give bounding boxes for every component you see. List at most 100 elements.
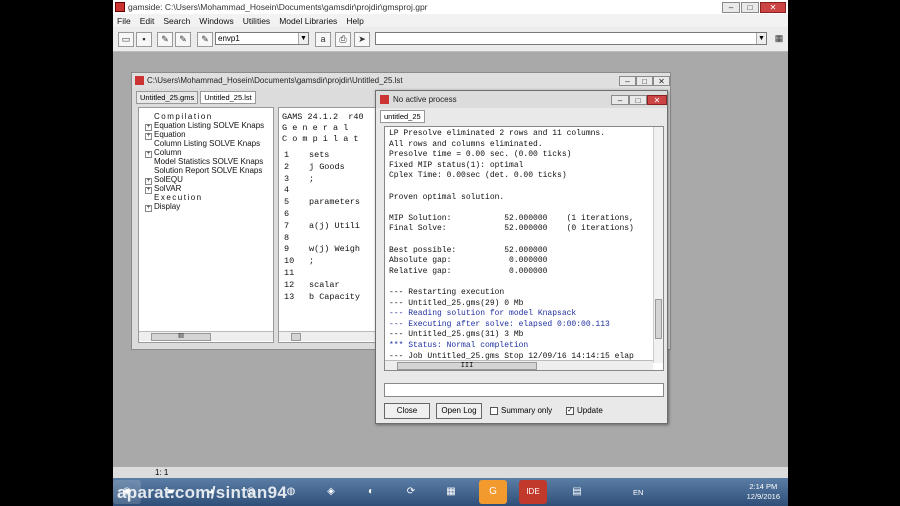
scroll-thumb[interactable]: III [151,333,211,341]
clock-date: 12/9/2016 [746,492,780,501]
media-icon[interactable]: ◈ [317,480,345,504]
tree-item-display[interactable]: + Display [145,202,180,212]
checkbox-unchecked-icon[interactable] [490,406,498,415]
scroll-thumb[interactable] [655,299,662,339]
tree-item-model-statistics[interactable]: Model Statistics SOLVE Knaps [154,157,263,166]
log-line: --- Untitled_25.gms(29) 0 Mb [389,298,524,308]
code-hscrollbar[interactable] [279,331,375,341]
tree-item-compilation[interactable]: Compilation [154,112,213,121]
ide-taskbar-icon[interactable]: IDE [519,480,547,504]
line-number: 4 [284,185,290,196]
code-line-text: a(j) Utili [309,220,361,231]
summary-only-checkbox[interactable]: Summary only [490,406,552,415]
close-button[interactable]: ✕ [760,1,786,13]
scroll-thumb[interactable] [291,333,301,341]
line-number: 5 [284,197,290,208]
run-icon[interactable]: ✎ [157,32,173,47]
menu-bar: File Edit Search Windows Utilities Model… [113,14,788,27]
listing-minimize-button[interactable]: – [619,75,636,86]
line-number: 9 [284,244,290,255]
right-letterbox [788,0,900,506]
close-dialog-button[interactable]: Close [384,403,430,419]
expand-icon[interactable]: + [145,151,152,158]
maximize-button[interactable]: □ [741,1,759,13]
dialog-title-bar: No active process – □ ✕ [376,91,667,108]
navigate-icon[interactable]: ➤ [354,32,370,47]
open-folder-icon[interactable]: ▭ [118,32,134,47]
listing-maximize-button[interactable]: □ [636,75,653,86]
menu-search[interactable]: Search [163,16,190,26]
checkbox-checked-icon[interactable]: ✓ [566,406,574,415]
tree-item-solution-report[interactable]: Solution Report SOLVE Knaps [154,166,262,175]
dialog-minimize-button[interactable]: – [611,94,629,105]
line-number: 1 [284,150,290,160]
dialog-close-button[interactable]: ✕ [647,94,667,105]
line-number: 11 [284,268,295,278]
code-line-text: ; [309,256,315,267]
menu-model-libraries[interactable]: Model Libraries [279,16,337,26]
log-line: Proven optimal solution. [389,192,505,202]
browser-icon[interactable]: ◐ [357,480,385,504]
model-combo[interactable]: envp1 ▼ [215,32,309,45]
gams-app-icon [115,2,125,12]
menu-windows[interactable]: Windows [199,16,233,26]
minimize-button[interactable]: – [722,1,740,13]
menu-utilities[interactable]: Utilities [243,16,270,26]
line-number: 12 [284,279,295,290]
tab-untitled-25[interactable]: untitled_25 [380,110,425,123]
tree-item-execution[interactable]: Execution [154,193,203,202]
system-clock[interactable]: 2:14 PM 12/9/2016 [747,482,780,502]
listing-close-button[interactable]: ✕ [653,75,670,86]
log-line: MIP Solution: 52.000000 (1 iterations, [389,213,634,223]
menu-help[interactable]: Help [346,16,363,26]
process-dialog: No active process – □ ✕ untitled_25 LP P… [375,90,668,424]
dialog-maximize-button[interactable]: □ [629,94,647,105]
code-line-text: scalar [309,279,340,290]
toolbar: ▭ ▪ ✎ ✎ ✎ envp1 ▼ a ⎙ ➤ ▼ ▦ [113,27,788,52]
log-hscrollbar[interactable]: III [385,360,653,370]
chevron-down-icon: ▼ [298,33,308,44]
listing-content: GAMS 24.1.2 r40 G e n e r a l C o m p i … [278,107,376,343]
log-line: --- Untitled_25.gms(31) 3 Mb [389,330,524,340]
log-line: Cplex Time: 0.00sec (det. 0.00 ticks) [389,171,567,181]
search-combo[interactable]: ▼ [375,32,767,45]
language-indicator[interactable]: EN [633,488,643,497]
expand-icon[interactable]: + [145,133,152,140]
line-number: 8 [284,232,290,243]
tab-lst[interactable]: Untitled_25.lst [200,91,256,104]
gams-taskbar-icon[interactable]: G [479,480,507,504]
menu-edit[interactable]: Edit [140,16,155,26]
expand-icon[interactable]: + [145,205,152,212]
update-app-icon[interactable]: ⟳ [397,480,425,504]
run-nlp-icon[interactable]: ✎ [197,32,213,47]
code-header-line: C o m p i l a t [282,134,359,144]
notepad-icon[interactable]: ▤ [563,480,591,504]
scroll-thumb[interactable]: III [397,362,537,370]
line-number: 3 [284,173,290,184]
print-icon[interactable]: ⎙ [335,32,351,47]
log-line: *** Status: Normal completion [389,341,529,350]
code-line-text: w(j) Weigh [309,244,361,255]
tree-item-column-listing[interactable]: Column Listing SOLVE Knaps [154,139,260,148]
menu-file[interactable]: File [117,16,131,26]
process-log: LP Presolve eliminated 2 rows and 11 col… [384,126,664,371]
command-input[interactable] [384,383,664,397]
open-log-button[interactable]: Open Log [436,403,482,419]
expand-icon[interactable]: + [145,187,152,194]
log-line: Final Solve: 52.000000 (0 iterations) [389,224,634,234]
app-title: gamside: C:\Users\Mohammad_Hosein\Docume… [128,2,428,12]
run-gdx-icon[interactable]: ✎ [175,32,191,47]
update-checkbox[interactable]: ✓ Update [566,406,603,415]
tab-gms[interactable]: Untitled_25.gms [136,91,199,104]
chevron-down-icon: ▼ [756,33,766,44]
calculator-icon[interactable]: ▦ [437,480,465,504]
save-icon[interactable]: ▪ [136,32,152,47]
log-line: --- Restarting execution [389,288,505,297]
app-title-bar: gamside: C:\Users\Mohammad_Hosein\Docume… [113,0,788,14]
log-vscrollbar[interactable] [653,127,663,363]
grid-icon[interactable]: ▦ [773,32,785,47]
tree-hscrollbar[interactable]: III [139,331,273,341]
a-button[interactable]: a [315,32,331,47]
log-line: --- Executing after solve: elapsed 0:00:… [389,319,610,329]
dialog-title: No active process [393,95,457,104]
